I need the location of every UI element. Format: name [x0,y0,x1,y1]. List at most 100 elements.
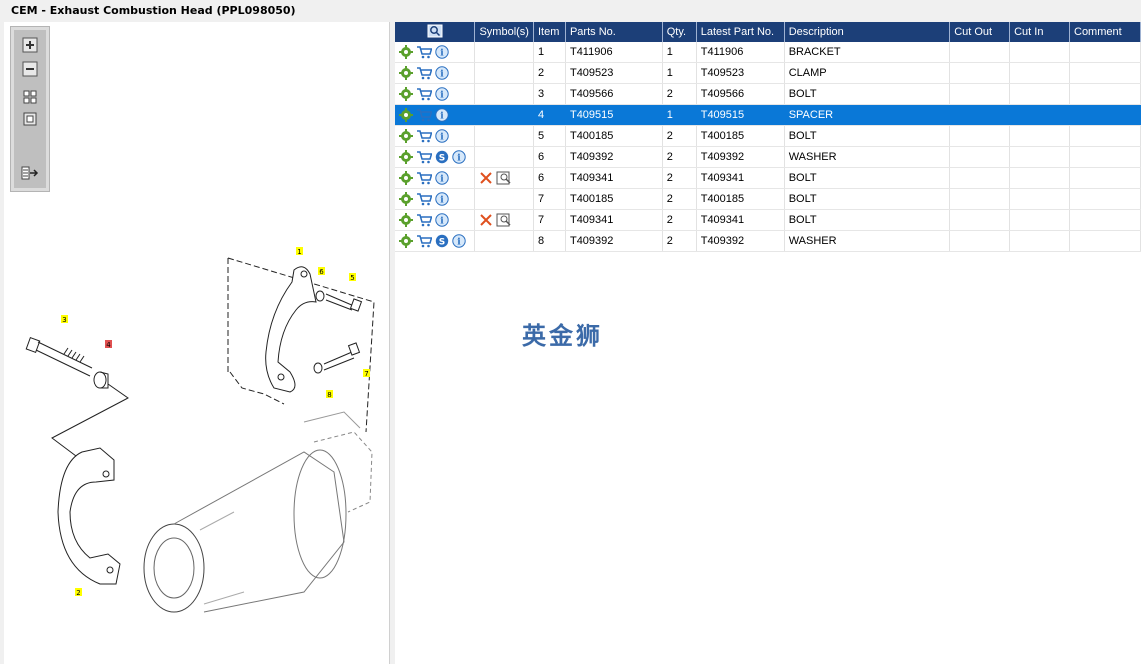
cart-icon[interactable] [416,45,432,59]
info-icon[interactable]: i [435,108,449,122]
gear-icon[interactable] [399,108,413,122]
cut-out-cell [949,125,1011,147]
latest-part-no-cell[interactable]: T409392 [696,230,785,252]
column-header-item[interactable]: Item [533,22,566,42]
column-header-cut-in[interactable]: Cut In [1009,22,1070,42]
callout-3[interactable]: 3 [61,315,68,324]
remove-icon[interactable] [479,171,493,185]
table-row[interactable]: Si 6 T409392 2 T409392 WASHER [395,146,1141,168]
column-header-qty[interactable]: Qty. [662,22,697,42]
info-icon[interactable]: i [435,192,449,206]
table-row[interactable]: i 6 T409341 2 T409341 BOLT [395,167,1141,189]
part-no-cell[interactable]: T400185 [565,125,663,147]
part-no-cell[interactable]: T409392 [565,146,663,168]
part-no-cell[interactable]: T409341 [565,167,663,189]
info-icon[interactable]: i [435,45,449,59]
qty-cell: 2 [662,83,697,105]
gear-icon[interactable] [399,129,413,143]
cart-icon[interactable] [416,129,432,143]
row-actions-cell: i [395,125,476,147]
gear-icon[interactable] [399,213,413,227]
part-no-cell[interactable]: T409515 [565,104,663,126]
gear-icon[interactable] [399,150,413,164]
column-header-description[interactable]: Description [784,22,951,42]
svg-text:i: i [440,217,444,227]
part-no-cell[interactable]: T409341 [565,209,663,231]
gear-icon[interactable] [399,45,413,59]
table-row[interactable]: Si 8 T409392 2 T409392 WASHER [395,230,1141,252]
part-no-cell[interactable]: T400185 [565,188,663,210]
cart-icon[interactable] [416,87,432,101]
table-row[interactable]: i 1 T411906 1 T411906 BRACKET [395,42,1141,63]
column-header-parts-no[interactable]: Parts No. [565,22,663,42]
column-header-comment[interactable]: Comment [1069,22,1141,42]
part-no-cell[interactable]: T409523 [565,62,663,84]
cart-icon[interactable] [416,171,432,185]
latest-part-no-cell[interactable]: T409566 [696,83,785,105]
supersession-icon[interactable]: S [435,234,449,248]
fit-all-icon[interactable] [20,88,40,106]
table-row[interactable]: i 5 T400185 2 T400185 BOLT [395,125,1141,147]
table-row[interactable]: i 3 T409566 2 T409566 BOLT [395,83,1141,105]
cart-icon[interactable] [416,192,432,206]
table-row[interactable]: i 4 T409515 1 T409515 SPACER [395,104,1141,126]
cart-icon[interactable] [416,213,432,227]
cart-icon[interactable] [416,108,432,122]
comment-cell [1069,125,1141,147]
gear-icon[interactable] [399,87,413,101]
search-column-icon[interactable] [427,24,443,38]
item-cell: 6 [533,167,566,189]
description-cell: BOLT [784,125,951,147]
zoom-out-icon[interactable] [20,60,40,78]
latest-part-no-cell[interactable]: T409515 [696,104,785,126]
info-icon[interactable]: i [435,213,449,227]
callout-2[interactable]: 2 [75,588,82,597]
column-header-actions[interactable] [395,22,476,42]
info-icon[interactable]: i [435,129,449,143]
zoom-in-icon[interactable] [20,36,40,54]
cart-icon[interactable] [416,150,432,164]
fit-selection-icon[interactable] [20,110,40,128]
latest-part-no-cell[interactable]: T400185 [696,188,785,210]
latest-part-no-cell[interactable]: T400185 [696,125,785,147]
reference-book-icon[interactable] [496,171,512,185]
callout-5[interactable]: 5 [349,273,356,282]
gear-icon[interactable] [399,192,413,206]
callout-8[interactable]: 8 [326,390,333,399]
latest-part-no-cell[interactable]: T409523 [696,62,785,84]
column-header-latest-part-no[interactable]: Latest Part No. [696,22,785,42]
info-icon[interactable]: i [435,87,449,101]
part-no-cell[interactable]: T409566 [565,83,663,105]
part-no-cell[interactable]: T409392 [565,230,663,252]
latest-part-no-cell[interactable]: T409392 [696,146,785,168]
latest-part-no-cell[interactable]: T411906 [696,42,785,63]
info-icon[interactable]: i [452,234,466,248]
info-icon[interactable]: i [435,66,449,80]
latest-part-no-cell[interactable]: T409341 [696,209,785,231]
cut-out-cell [949,146,1011,168]
callout-4[interactable]: 4 [105,340,112,349]
column-header-symbols[interactable]: Symbol(s) [474,22,534,42]
part-no-cell[interactable]: T411906 [565,42,663,63]
info-icon[interactable]: i [435,171,449,185]
column-header-cut-out[interactable]: Cut Out [949,22,1011,42]
table-row[interactable]: i 7 T409341 2 T409341 BOLT [395,209,1141,231]
callout-1[interactable]: 1 [296,247,303,256]
latest-part-no-cell[interactable]: T409341 [696,167,785,189]
gear-icon[interactable] [399,171,413,185]
callout-7[interactable]: 7 [363,369,370,378]
illustration-pane[interactable]: 1 6 5 7 8 3 4 2 [4,22,390,664]
info-icon[interactable]: i [452,150,466,164]
supersession-icon[interactable]: S [435,150,449,164]
cart-icon[interactable] [416,66,432,80]
callout-6[interactable]: 6 [318,267,325,276]
table-row[interactable]: i 7 T400185 2 T400185 BOLT [395,188,1141,210]
gear-icon[interactable] [399,66,413,80]
export-icon[interactable] [20,164,40,182]
exploded-view-diagram[interactable]: 1 6 5 7 8 3 4 2 [4,212,390,652]
table-row[interactable]: i 2 T409523 1 T409523 CLAMP [395,62,1141,84]
reference-book-icon[interactable] [496,213,512,227]
remove-icon[interactable] [479,213,493,227]
gear-icon[interactable] [399,234,413,248]
cart-icon[interactable] [416,234,432,248]
